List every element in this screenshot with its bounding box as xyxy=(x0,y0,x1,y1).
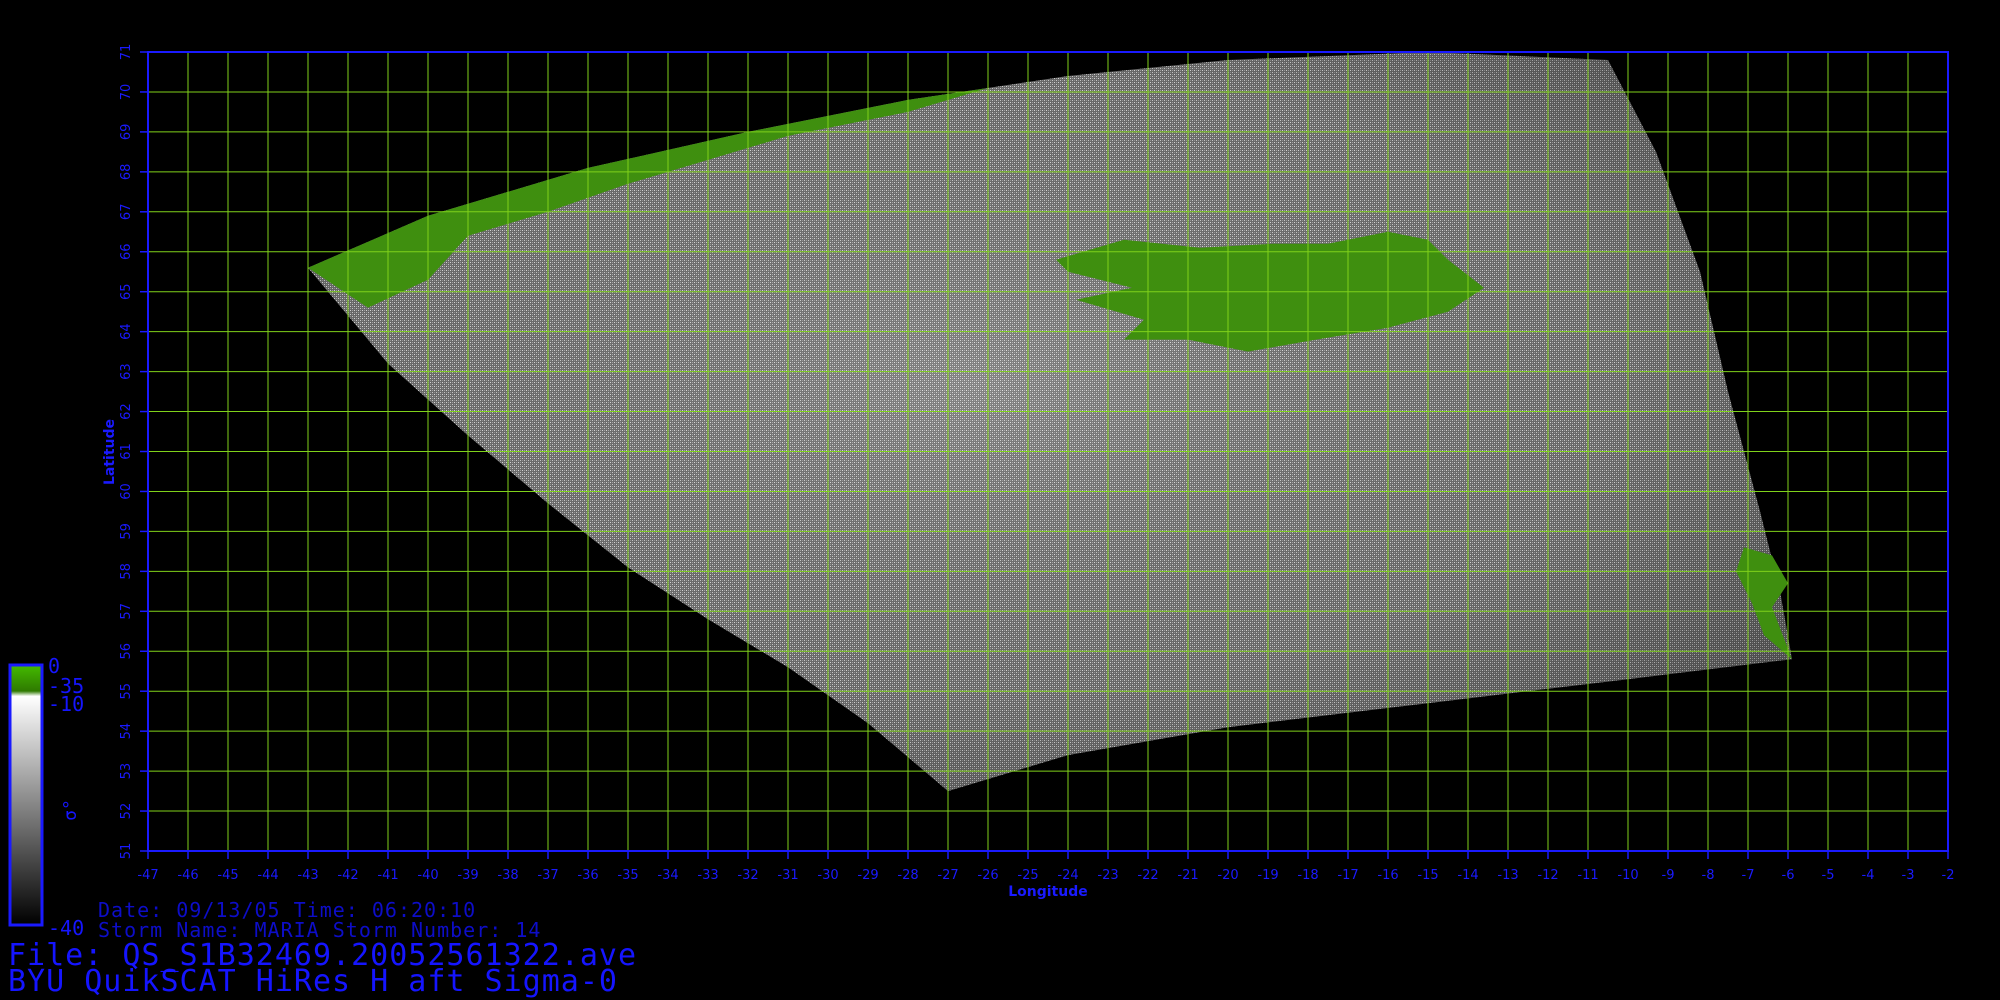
lon-tick-label: -30 xyxy=(817,868,838,883)
lon-tick-label: -25 xyxy=(1017,868,1038,883)
lon-tick-label: -20 xyxy=(1217,868,1238,883)
lon-tick-label: -4 xyxy=(1862,868,1875,883)
lon-tick-label: -18 xyxy=(1297,868,1318,883)
lon-tick-label: -38 xyxy=(497,868,518,883)
lat-tick-label: 56 xyxy=(119,643,134,660)
lon-tick-label: -12 xyxy=(1537,868,1558,883)
colorbar xyxy=(8,663,44,927)
lon-tick-label: -11 xyxy=(1577,868,1598,883)
lon-tick-label: -47 xyxy=(137,868,158,883)
lat-tick-label: 69 xyxy=(119,124,134,141)
lon-tick-label: -23 xyxy=(1097,868,1118,883)
lon-tick-label: -45 xyxy=(217,868,238,883)
lon-tick-label: -39 xyxy=(457,868,478,883)
colorbar-label-high: -10 xyxy=(48,692,85,716)
x-axis-label: Longitude xyxy=(1008,884,1088,900)
lon-tick-label: -17 xyxy=(1337,868,1358,883)
lat-tick-label: 63 xyxy=(119,363,134,380)
lon-tick-label: -28 xyxy=(897,868,918,883)
lat-tick-label: 62 xyxy=(119,403,134,420)
latitude-tick-labels: 51 52 53 54 55 56 57 58 59 60 61 62 63 64 65 66 67 68 69 70… xyxy=(119,44,148,860)
lat-tick-label: 67 xyxy=(119,204,134,221)
lat-tick-label: 64 xyxy=(119,323,134,340)
colorbar-gradient xyxy=(8,663,44,927)
lon-tick-label: -37 xyxy=(537,868,558,883)
lon-tick-label: -6 xyxy=(1782,868,1795,883)
lon-tick-label: -15 xyxy=(1417,868,1438,883)
scatterometer-map: -47 -46 -45 -44 -43 -42 -41 -40 -39 -38 -37 -36 -35-… xyxy=(8,44,1954,927)
lat-tick-label: 66 xyxy=(119,243,134,260)
colorbar-label-min: -40 xyxy=(48,916,85,940)
lon-tick-label: -43 xyxy=(297,868,318,883)
lon-tick-label: -19 xyxy=(1257,868,1278,883)
lat-tick-label: 52 xyxy=(119,803,134,820)
lon-tick-label: -46 xyxy=(177,868,198,883)
lon-tick-label: -14 xyxy=(1457,868,1478,883)
lat-tick-label: 59 xyxy=(119,523,134,540)
lat-tick-label: 70 xyxy=(119,84,134,101)
lat-tick-label: 55 xyxy=(119,683,134,700)
lon-tick-label: -41 xyxy=(377,868,398,883)
lon-tick-label: -40 xyxy=(417,868,438,883)
lon-tick-label: -32 xyxy=(737,868,758,883)
lon-tick-label: -33 xyxy=(697,868,718,883)
lon-tick-label: -42 xyxy=(337,868,358,883)
grid-layer xyxy=(148,52,1948,851)
colorbar-symbol: σ° xyxy=(59,799,81,821)
lat-tick-label: 65 xyxy=(119,283,134,300)
lat-tick-label: 58 xyxy=(119,563,134,580)
lat-tick-label: 53 xyxy=(119,763,134,780)
lon-tick-label: -16 xyxy=(1377,868,1398,883)
lat-tick-label: 57 xyxy=(119,603,134,620)
lat-tick-label: 54 xyxy=(119,723,134,740)
lon-tick-label: -24 xyxy=(1057,868,1078,883)
lon-tick-label: -13 xyxy=(1497,868,1518,883)
lon-tick-label: -9 xyxy=(1662,868,1675,883)
lon-tick-label: -8 xyxy=(1702,868,1715,883)
lon-tick-label: -31 xyxy=(777,868,798,883)
lon-tick-label: -21 xyxy=(1177,868,1198,883)
lon-tick-label: -44 xyxy=(257,868,278,883)
y-axis-label: Latitude xyxy=(102,419,118,485)
lon-tick-label: -29 xyxy=(857,868,878,883)
lon-tick-label: -10 xyxy=(1617,868,1638,883)
lon-tick-label: -35 xyxy=(617,868,638,883)
title-line: BYU QuikSCAT HiRes H aft Sigma-0 xyxy=(8,964,618,999)
swath-layer xyxy=(308,52,1792,792)
lat-tick-label: 60 xyxy=(119,483,134,500)
lon-tick-label: -26 xyxy=(977,868,998,883)
lat-tick-label: 61 xyxy=(119,443,134,460)
lon-tick-label: -3 xyxy=(1902,868,1915,883)
swath-shading xyxy=(308,52,1792,792)
lon-tick-label: -34 xyxy=(657,868,678,883)
lat-tick-label: 51 xyxy=(119,843,134,860)
colorbar-label-max: 0 xyxy=(48,654,61,678)
lon-tick-label: -36 xyxy=(577,868,598,883)
lat-tick-label: 71 xyxy=(119,44,134,61)
lon-tick-label: -2 xyxy=(1942,868,1955,883)
lon-tick-label: -27 xyxy=(937,868,958,883)
lon-tick-label: -22 xyxy=(1137,868,1158,883)
lon-tick-label: -5 xyxy=(1822,868,1835,883)
lon-tick-label: -7 xyxy=(1742,868,1755,883)
longitude-tick-labels: -47 -46 -45 -44 -43 -42 -41 -40 -39 -38 -37 -36 -35 -… xyxy=(137,851,1954,883)
lat-tick-label: 68 xyxy=(119,164,134,181)
